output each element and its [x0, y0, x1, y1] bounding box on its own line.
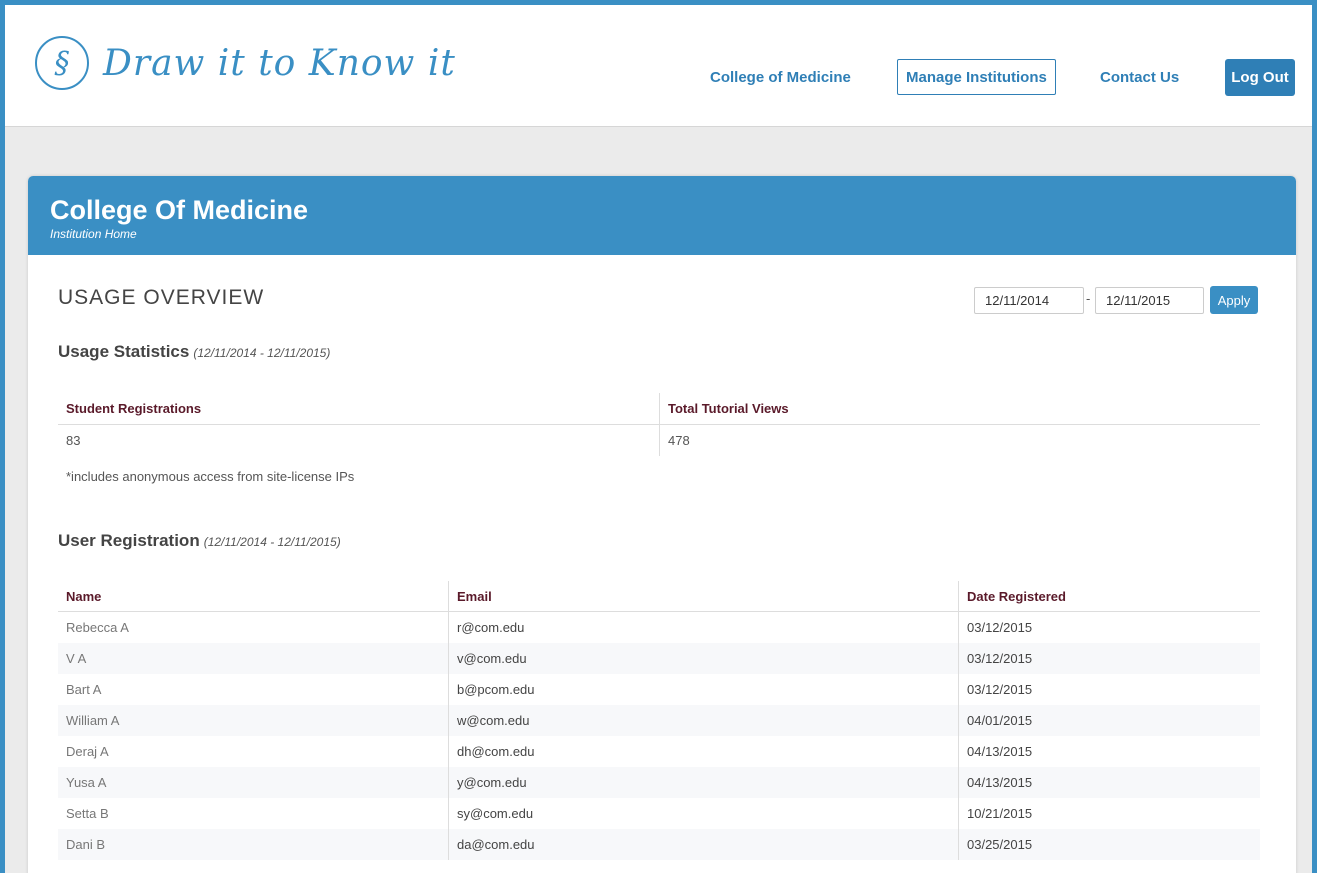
cell-date: 03/12/2015 — [958, 643, 1260, 674]
institution-panel: College Of Medicine Institution Home USA… — [28, 176, 1296, 873]
user-registration-table: Name Email Date Registered Rebecca A r@c… — [58, 581, 1260, 860]
nav-contact-us[interactable]: Contact Us — [1100, 69, 1179, 86]
cell-name: Bart A — [66, 682, 102, 697]
cell-date: 04/01/2015 — [958, 705, 1260, 736]
stats-value-row: 83 478 — [58, 425, 1260, 456]
stats-header-registrations: Student Registrations — [58, 393, 659, 425]
cell-date: 10/21/2015 — [958, 798, 1260, 829]
cell-date: 03/25/2015 — [958, 829, 1260, 860]
column-header-name[interactable]: Name — [58, 581, 448, 611]
table-row: Dani B da@com.edu 03/25/2015 — [58, 829, 1260, 860]
cell-email: da@com.edu — [448, 829, 958, 860]
nav-college-of-medicine[interactable]: College of Medicine — [710, 69, 851, 86]
caduceus-icon: § — [35, 36, 89, 90]
user-registration-range: (12/11/2014 - 12/11/2015) — [203, 535, 341, 549]
logout-button[interactable]: Log Out — [1225, 59, 1295, 96]
cell-date: 03/12/2015 — [958, 612, 1260, 643]
date-separator: - — [1086, 291, 1091, 306]
cell-email: v@com.edu — [448, 643, 958, 674]
logo[interactable]: § Draw it to Know it — [35, 35, 456, 91]
stats-value-registrations: 83 — [66, 433, 81, 448]
page-title: College Of Medicine — [50, 195, 309, 225]
cell-email: y@com.edu — [448, 767, 958, 798]
cell-date: 04/13/2015 — [958, 736, 1260, 767]
table-row: William A w@com.edu 04/01/2015 — [58, 705, 1260, 736]
column-header-date[interactable]: Date Registered — [958, 581, 1260, 611]
app-frame: § Draw it to Know it College of Medicine… — [5, 5, 1312, 873]
table-row: Deraj A dh@com.edu 04/13/2015 — [58, 736, 1260, 767]
usage-statistics-label: Usage Statistics — [58, 342, 190, 361]
panel-header: College Of Medicine Institution Home — [28, 176, 1296, 255]
nav-manage-institutions[interactable]: Manage Institutions — [897, 59, 1056, 95]
usage-statistics-range: (12/11/2014 - 12/11/2015) — [193, 346, 331, 360]
user-registration-label: User Registration — [58, 531, 200, 550]
table-header-row: Name Email Date Registered — [58, 581, 1260, 612]
cell-email: b@pcom.edu — [448, 674, 958, 705]
logo-text: Draw it to Know it — [103, 42, 456, 84]
cell-name: William A — [66, 713, 120, 728]
cell-date: 04/13/2015 — [958, 767, 1260, 798]
table-row: Yusa A y@com.edu 04/13/2015 — [58, 767, 1260, 798]
site-header: § Draw it to Know it College of Medicine… — [5, 5, 1312, 127]
table-row: Bart A b@pcom.edu 03/12/2015 — [58, 674, 1260, 705]
cell-name: Dani B — [66, 837, 106, 852]
cell-name: Rebecca A — [66, 620, 129, 635]
date-from-input[interactable] — [974, 287, 1084, 314]
page-subtitle: Institution Home — [50, 227, 137, 241]
apply-button[interactable]: Apply — [1210, 286, 1258, 314]
usage-stats-table: Student Registrations Total Tutorial Vie… — [58, 393, 1260, 456]
date-to-input[interactable] — [1095, 287, 1204, 314]
cell-email: r@com.edu — [448, 612, 958, 643]
stats-note: *includes anonymous access from site-lic… — [66, 469, 355, 484]
user-registration-title: User Registration (12/11/2014 - 12/11/201… — [58, 531, 341, 551]
cell-email: sy@com.edu — [448, 798, 958, 829]
usage-overview-title: USAGE OVERVIEW — [58, 286, 265, 309]
cell-name: Yusa A — [66, 775, 107, 790]
cell-name: V A — [66, 651, 87, 666]
cell-name: Deraj A — [66, 744, 109, 759]
column-header-email[interactable]: Email — [448, 581, 958, 611]
usage-statistics-title: Usage Statistics (12/11/2014 - 12/11/2015… — [58, 342, 330, 362]
table-row: Setta B sy@com.edu 10/21/2015 — [58, 798, 1260, 829]
stats-header-views: Total Tutorial Views — [659, 393, 1260, 425]
cell-date: 03/12/2015 — [958, 674, 1260, 705]
cell-email: dh@com.edu — [448, 736, 958, 767]
table-row: Rebecca A r@com.edu 03/12/2015 — [58, 612, 1260, 643]
stats-value-views: 478 — [659, 425, 1260, 456]
cell-name: Setta B — [66, 806, 109, 821]
table-row: V A v@com.edu 03/12/2015 — [58, 643, 1260, 674]
stats-header-row: Student Registrations Total Tutorial Vie… — [58, 393, 1260, 425]
cell-email: w@com.edu — [448, 705, 958, 736]
